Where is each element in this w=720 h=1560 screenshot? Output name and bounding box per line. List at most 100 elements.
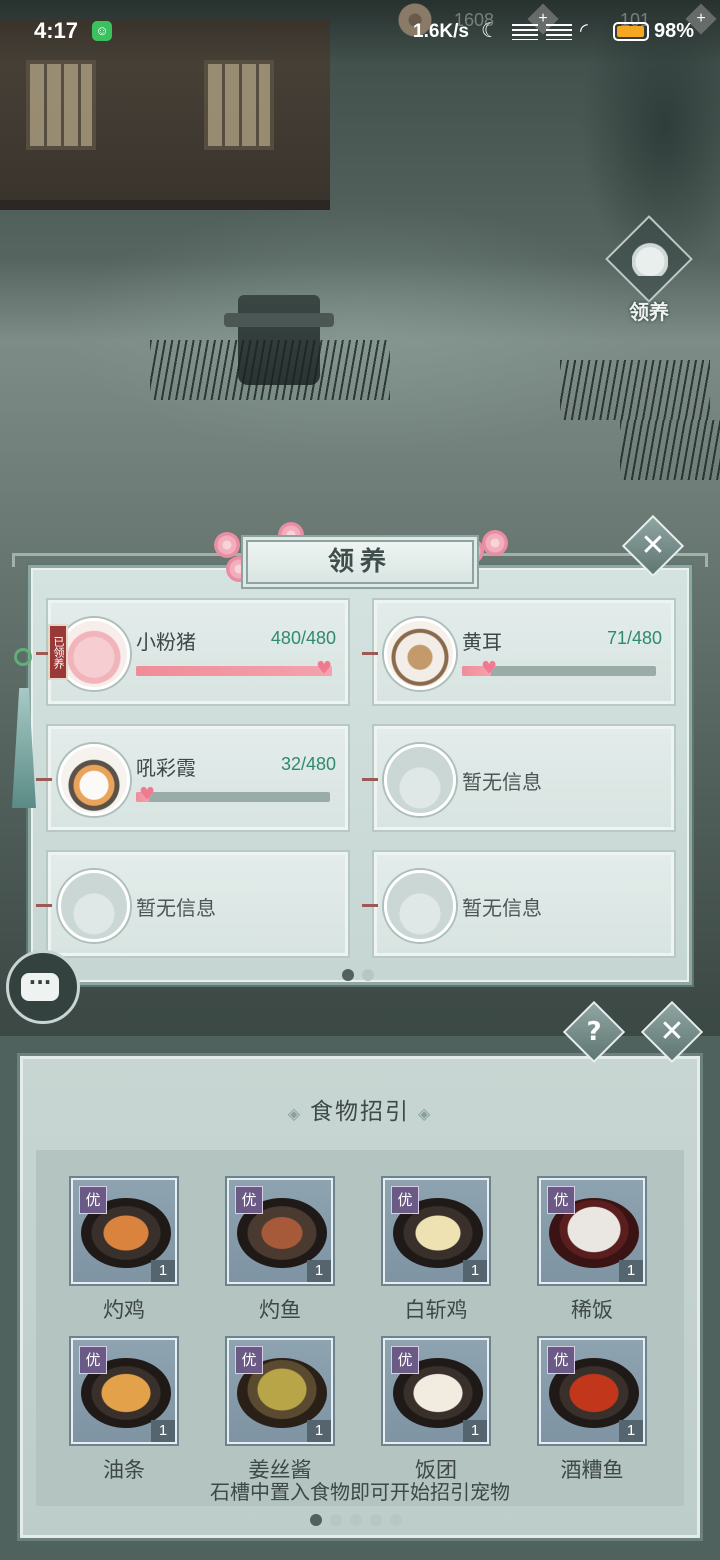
food-item[interactable]: 优 1 稀饭	[539, 1178, 645, 1324]
heart-icon: ♥	[139, 784, 156, 805]
pet-name: 吼彩霞	[136, 756, 196, 780]
app-notification-icon: ☺	[92, 21, 112, 41]
food-panel-title: ◈ 食物招引 ◈	[0, 1092, 720, 1126]
quality-badge: 优	[547, 1186, 575, 1214]
pig-avatar	[58, 618, 130, 690]
pet-card[interactable]: 小粉猪 480/480 ♥	[36, 598, 350, 706]
quality-badge: 优	[391, 1346, 419, 1374]
page-dot[interactable]	[310, 1514, 322, 1526]
page-dot[interactable]	[342, 969, 354, 981]
tassel-tail	[12, 688, 36, 808]
page-dot[interactable]	[390, 1514, 402, 1526]
empty-avatar-icon	[384, 744, 456, 816]
quality-badge: 优	[79, 1186, 107, 1214]
no-info-text: 暂无信息	[136, 896, 216, 920]
food-name: 灼鱼	[259, 1298, 301, 1322]
network-speed: 1.6K/s	[413, 21, 469, 42]
close-icon: ✕	[659, 1014, 685, 1049]
blossom-icon	[214, 532, 240, 558]
food-tile: 优 1	[227, 1338, 333, 1444]
quality-badge: 优	[79, 1346, 107, 1374]
food-item[interactable]: 优 1 白斩鸡	[383, 1178, 489, 1324]
food-item[interactable]: 优 1 饭团	[383, 1338, 489, 1484]
food-quantity: 1	[151, 1420, 175, 1442]
ornament-icon: ◈	[287, 1104, 302, 1123]
food-page-indicator[interactable]	[310, 1514, 402, 1526]
food-item[interactable]: 优 1 酒糟鱼	[539, 1338, 645, 1484]
food-tile: 优 1	[227, 1178, 333, 1284]
wifi-icon: ◜	[580, 20, 588, 42]
card-link	[362, 904, 378, 907]
page-dot[interactable]	[330, 1514, 342, 1526]
card-link	[36, 778, 52, 781]
heart-icon: ♥	[481, 658, 498, 679]
cat-avatar	[58, 744, 130, 816]
food-quantity: 1	[619, 1260, 643, 1282]
food-item[interactable]: 优 1 灼鱼	[227, 1178, 333, 1324]
quality-badge: 优	[235, 1186, 263, 1214]
page-dot[interactable]	[350, 1514, 362, 1526]
food-tile: 优 1	[539, 1178, 645, 1284]
food-tile: 优 1	[71, 1178, 177, 1284]
battery-icon	[613, 22, 649, 41]
pet-name: 小粉猪	[136, 630, 196, 654]
card-link	[362, 778, 378, 781]
empty-avatar-icon	[58, 870, 130, 942]
page-dot[interactable]	[370, 1514, 382, 1526]
food-hint-text: 石槽中置入食物即可开始招引宠物	[210, 1480, 510, 1504]
food-title-text: 食物招引	[310, 1099, 410, 1125]
food-quantity: 1	[307, 1260, 331, 1282]
question-icon: ?	[586, 1017, 602, 1047]
adopt-page-indicator[interactable]	[342, 969, 374, 981]
signal-icon	[512, 24, 538, 40]
food-quantity: 1	[619, 1420, 643, 1442]
affection-bar: ♥	[136, 785, 330, 805]
food-tile: 优 1	[539, 1338, 645, 1444]
card-link	[362, 652, 378, 655]
grass	[560, 360, 710, 420]
jade-tassel	[10, 640, 38, 815]
no-info-text: 暂无信息	[462, 896, 542, 920]
food-quantity: 1	[463, 1420, 487, 1442]
food-quantity: 1	[151, 1260, 175, 1282]
page-dot[interactable]	[362, 969, 374, 981]
chat-bubble-icon: ···	[21, 972, 59, 1001]
food-item[interactable]: 优 1 姜丝酱	[227, 1338, 333, 1484]
close-icon: ✕	[640, 528, 666, 563]
adopt-side-button[interactable]: 领养	[605, 215, 693, 326]
affection-count: 480/480	[270, 628, 336, 648]
chat-button[interactable]: ···	[6, 950, 80, 1024]
quality-badge: 优	[547, 1346, 575, 1374]
signal-icon	[546, 24, 572, 40]
grass	[150, 340, 390, 400]
jade-ring-icon	[14, 648, 32, 666]
clock: 4:17	[34, 18, 79, 43]
empty-pet-card[interactable]: 暂无信息	[36, 850, 350, 958]
affection-bar: ♥	[462, 659, 656, 679]
affection-bar: ♥	[136, 659, 332, 679]
food-item[interactable]: 优 1 灼鸡	[71, 1178, 177, 1324]
dog-avatar	[384, 618, 456, 690]
empty-pet-card[interactable]: 暂无信息	[362, 724, 676, 832]
status-bar: 4:17 ☺ 1608 + 101 + 1.6K/s ☾ ◜ 98%	[0, 0, 720, 64]
affection-count: 32/480	[280, 754, 336, 774]
pet-card[interactable]: 吼彩霞 32/480 ♥	[36, 724, 350, 832]
affection-bar-fill	[136, 666, 332, 676]
food-name: 稀饭	[571, 1298, 613, 1322]
pet-name: 黄耳	[462, 630, 502, 654]
pet-card[interactable]: 黄耳 71/480 ♥	[362, 598, 676, 706]
card-link	[36, 904, 52, 907]
empty-pet-card[interactable]: 暂无信息	[362, 850, 676, 958]
adopt-panel-title: 领养	[246, 540, 474, 584]
food-tile: 优 1	[383, 1178, 489, 1284]
cat-icon	[632, 240, 668, 276]
house-window	[26, 60, 96, 150]
adopted-tag: 已领养	[48, 624, 68, 680]
food-quantity: 1	[463, 1260, 487, 1282]
quality-badge: 优	[391, 1186, 419, 1214]
adopt-side-label: 领养	[629, 300, 669, 324]
ornament-icon: ◈	[418, 1104, 433, 1123]
food-name: 白斩鸡	[404, 1298, 468, 1322]
food-item[interactable]: 优 1 油条	[71, 1338, 177, 1484]
food-name: 灼鸡	[103, 1298, 145, 1322]
